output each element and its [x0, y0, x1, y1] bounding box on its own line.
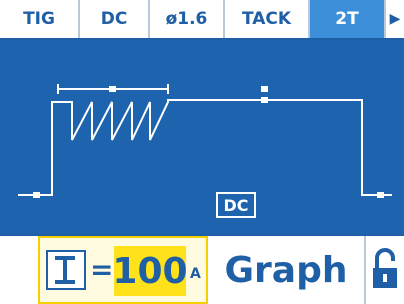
equals-sign: =	[90, 253, 114, 286]
waveform-svg	[18, 84, 392, 198]
polarity-badge: DC	[216, 192, 256, 218]
graph-mode-button[interactable]: Graph	[208, 236, 366, 304]
tab-trigger-mode[interactable]: 2T	[310, 0, 386, 38]
tab-tack[interactable]: TACK	[225, 0, 310, 38]
current-value[interactable]: 100	[112, 246, 188, 296]
tab-electrode-diameter[interactable]: ø1.6	[150, 0, 225, 38]
right-triangle-icon: ▶	[389, 11, 401, 27]
weld-waveform-graph: DC	[0, 40, 404, 234]
padlock-unlocked-icon	[373, 248, 397, 288]
waveform-line	[18, 99, 392, 196]
bottom-parameter-bar: = 100 A Graph	[0, 234, 404, 304]
top-tab-bar: TIG DC ø1.6 TACK 2T ▶	[0, 0, 404, 40]
preflow-handle[interactable]	[33, 192, 40, 198]
current-I-icon	[46, 250, 86, 290]
peak-current-handle-top[interactable]	[261, 86, 268, 92]
lock-button[interactable]	[366, 236, 404, 304]
tab-polarity[interactable]: DC	[80, 0, 150, 38]
pulse-handle[interactable]	[109, 86, 116, 92]
next-tab-button[interactable]: ▶	[386, 0, 404, 38]
peak-current-handle[interactable]	[261, 97, 268, 103]
tab-process[interactable]: TIG	[0, 0, 80, 38]
postflow-handle[interactable]	[377, 192, 384, 198]
current-unit: A	[190, 266, 201, 282]
graph-mode-label: Graph	[224, 249, 348, 291]
welding-current-parameter[interactable]: = 100 A	[38, 236, 208, 304]
